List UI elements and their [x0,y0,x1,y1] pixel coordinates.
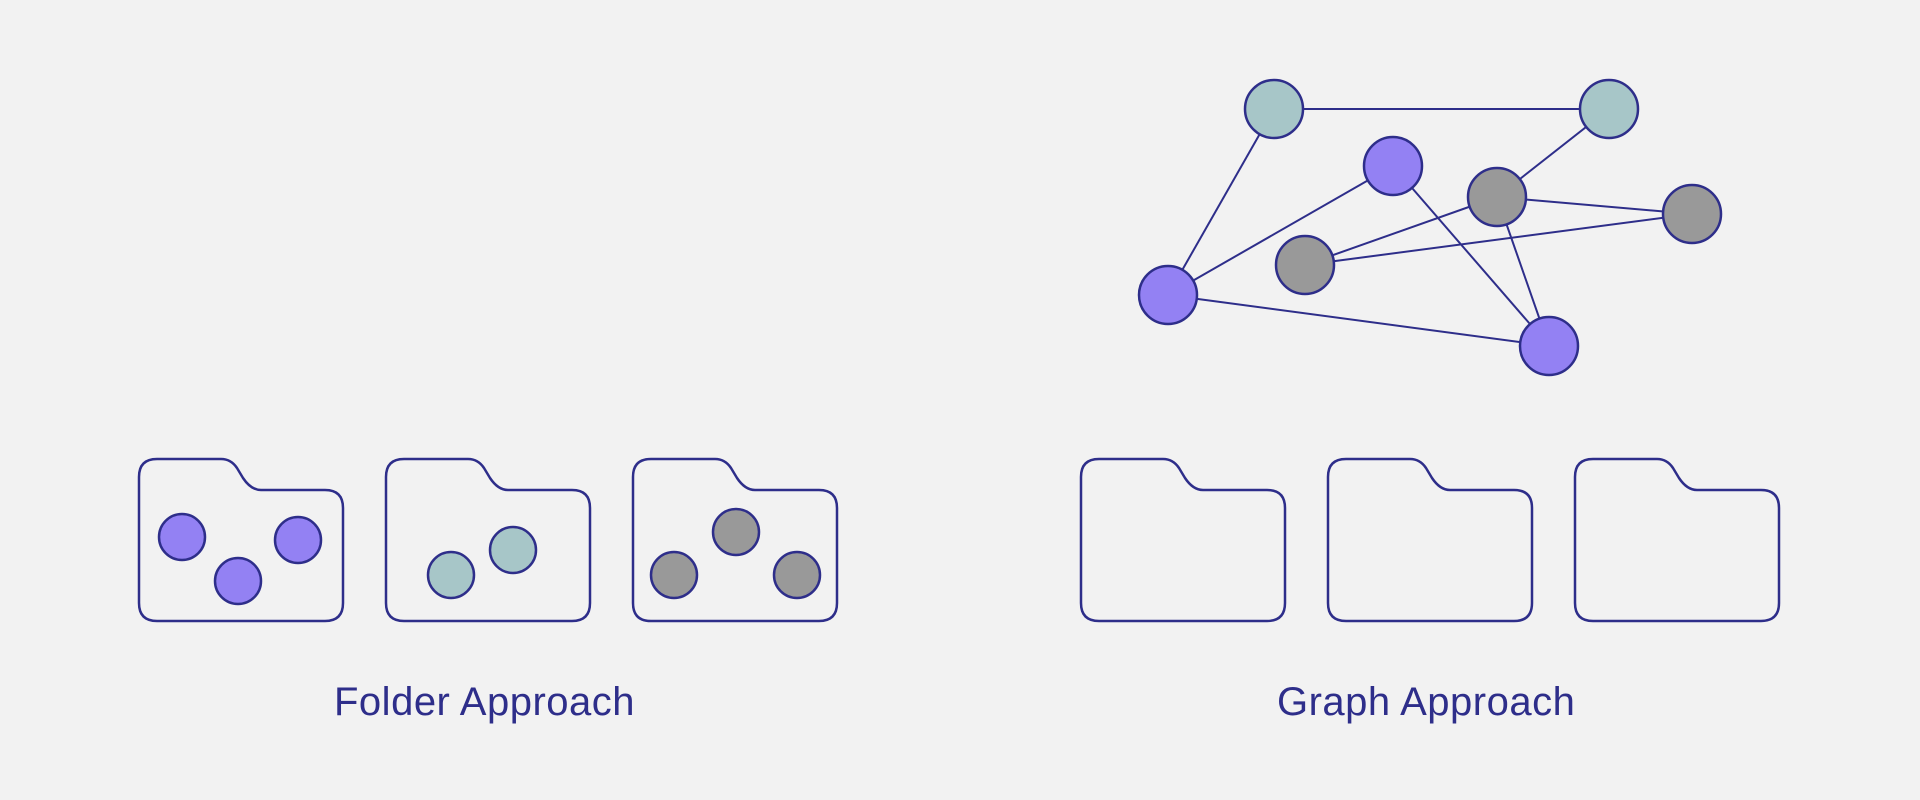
folder-approach-caption: Folder Approach [334,680,636,724]
graph-node-g3 [1661,183,1723,245]
folder-empty-2 [1326,457,1534,623]
folder-teal [384,457,592,623]
graph-node-t1 [1243,78,1305,140]
graph-approach-caption: Graph Approach [1277,680,1576,724]
graph-node-p1 [1362,135,1424,197]
purple-item-dot [273,515,323,565]
gray-item-dot [649,550,699,600]
gray-item-dot [711,507,761,557]
teal-item-dot [426,550,476,600]
graph-node-t2 [1578,78,1640,140]
folder-empty-1 [1079,457,1287,623]
folder-empty-3 [1573,457,1781,623]
graph-node-p2 [1137,264,1199,326]
graph-node-g1 [1466,166,1528,228]
graph-edge-p2-p3 [1167,294,1550,347]
purple-item-dot [213,556,263,606]
graph-edge-g1-g2 [1304,196,1498,266]
graph-node-p3 [1518,315,1580,377]
gray-item-dot [772,550,822,600]
purple-item-dot [157,512,207,562]
graph-edge-t1-p2 [1167,108,1275,296]
diagram-canvas [137,78,1781,623]
graph-node-g2 [1274,234,1336,296]
teal-item-dot [488,525,538,575]
